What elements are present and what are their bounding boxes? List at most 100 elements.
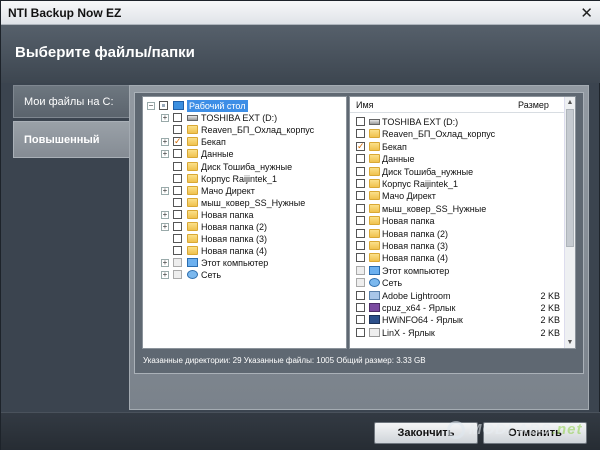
- scroll-up-icon[interactable]: ▲: [565, 97, 575, 108]
- list-item[interactable]: Бекап: [350, 140, 566, 153]
- tree-item[interactable]: + Новая папка (2): [143, 221, 346, 233]
- list-item[interactable]: Новая папка (4): [350, 252, 566, 264]
- list-checkbox[interactable]: [356, 216, 365, 226]
- list-item[interactable]: cpuz_x64 - Ярлык 2 KB: [350, 302, 566, 314]
- tree-checkbox[interactable]: [173, 149, 182, 159]
- list-item[interactable]: Reaven_БП_Охлад_корпус: [350, 128, 566, 140]
- folder-icon: [187, 173, 198, 183]
- list-checkbox[interactable]: [356, 253, 365, 263]
- tree-item[interactable]: + Данные: [143, 148, 346, 160]
- expand-icon[interactable]: +: [161, 138, 169, 147]
- folder-icon: [369, 154, 380, 164]
- folder-tree[interactable]: − Рабочий стол + TOSHIBA EXT (D:) Reaven_БП_…: [142, 96, 347, 349]
- list-item[interactable]: TOSHIBA EXT (D:): [350, 116, 566, 128]
- list-checkbox[interactable]: [356, 228, 365, 238]
- dirs-label: Указанные директории:: [143, 356, 231, 365]
- list-item[interactable]: Корпус Raijintek_1: [350, 178, 566, 190]
- list-checkbox[interactable]: [356, 278, 365, 288]
- tree-item-label: Корпус Raijintek_1: [201, 173, 278, 184]
- collapse-icon[interactable]: −: [147, 102, 155, 110]
- list-checkbox[interactable]: [356, 166, 365, 176]
- tree-item[interactable]: + Сеть: [143, 269, 346, 281]
- list-item[interactable]: Данные: [350, 153, 566, 165]
- tree-checkbox[interactable]: [173, 270, 182, 280]
- list-item[interactable]: Сеть: [350, 277, 566, 289]
- list-checkbox[interactable]: [356, 327, 365, 337]
- expand-icon[interactable]: +: [161, 114, 169, 123]
- tree-checkbox[interactable]: [173, 197, 182, 207]
- tree-item[interactable]: + Бекап: [143, 135, 346, 148]
- tree-item[interactable]: Новая папка (4): [143, 245, 346, 257]
- watermark-logo: MODLABS.net: [447, 419, 597, 443]
- list-checkbox[interactable]: [356, 303, 365, 312]
- tree-checkbox[interactable]: [173, 125, 182, 135]
- list-checkbox[interactable]: [356, 154, 365, 164]
- tree-item-label: Новая папка: [201, 209, 254, 220]
- expand-icon[interactable]: +: [161, 186, 169, 195]
- scroll-down-icon[interactable]: ▼: [565, 337, 575, 348]
- scroll-thumb[interactable]: [566, 109, 574, 247]
- app3-icon: [369, 315, 380, 325]
- expand-icon[interactable]: +: [161, 223, 169, 231]
- expand-icon[interactable]: +: [161, 150, 169, 159]
- tree-item[interactable]: + Новая папка: [143, 209, 346, 221]
- list-checkbox[interactable]: [356, 129, 365, 139]
- folder-icon: [369, 228, 380, 238]
- list-checkbox[interactable]: [356, 290, 365, 300]
- list-item[interactable]: Диск Тошиба_нужные: [350, 166, 566, 178]
- expand-icon[interactable]: +: [161, 271, 169, 280]
- expand-icon[interactable]: +: [161, 210, 169, 219]
- tab-advanced[interactable]: Повышенный: [13, 121, 129, 158]
- tree-item[interactable]: Новая папка (3): [143, 233, 346, 245]
- list-item[interactable]: Новая папка (2): [350, 228, 566, 240]
- tree-checkbox[interactable]: [173, 113, 182, 123]
- list-checkbox[interactable]: [356, 315, 365, 325]
- list-item[interactable]: мыш_ковер_SS_Нужные: [350, 203, 566, 215]
- tree-item-label: Новая папка (2): [201, 222, 267, 232]
- tree-item[interactable]: мыш_ковер_SS_Нужные: [143, 197, 346, 209]
- file-list[interactable]: Имя Размер ▲ ▼ TOSHIBA EXT (D:) Reaven_БП…: [349, 96, 576, 349]
- list-checkbox[interactable]: [356, 191, 365, 201]
- tab-label: Повышенный: [24, 133, 100, 146]
- tree-item[interactable]: + Этот компьютер: [143, 257, 346, 269]
- list-item[interactable]: LinX - Ярлык 2 KB: [350, 327, 566, 339]
- tree-checkbox[interactable]: [173, 161, 182, 171]
- tree-checkbox[interactable]: [173, 209, 182, 219]
- tree-checkbox[interactable]: [173, 173, 182, 183]
- column-size-header[interactable]: Размер: [518, 97, 549, 113]
- tree-checkbox[interactable]: [159, 101, 168, 110]
- list-checkbox[interactable]: [356, 241, 365, 250]
- list-item[interactable]: Новая папка (3): [350, 240, 566, 252]
- tree-item[interactable]: Диск Тошиба_нужные: [143, 161, 346, 173]
- tree-checkbox[interactable]: [173, 222, 182, 231]
- tree-checkbox[interactable]: [173, 135, 182, 147]
- computer-icon: [369, 265, 380, 275]
- list-checkbox[interactable]: [356, 203, 365, 213]
- list-checkbox[interactable]: [356, 140, 365, 152]
- expand-icon[interactable]: +: [161, 259, 169, 268]
- tree-item-label: Мачо Директ: [201, 185, 255, 196]
- tree-checkbox[interactable]: [173, 234, 182, 244]
- list-item[interactable]: HWiNFO64 - Ярлык 2 KB: [350, 314, 566, 326]
- close-icon[interactable]: ✕: [580, 4, 593, 22]
- tree-item[interactable]: + TOSHIBA EXT (D:): [143, 112, 346, 124]
- list-item[interactable]: Новая папка: [350, 215, 566, 227]
- tree-item[interactable]: + Мачо Директ: [143, 185, 346, 197]
- tree-checkbox[interactable]: [173, 246, 182, 256]
- list-item-name: cpuz_x64 - Ярлык: [382, 303, 456, 313]
- list-item[interactable]: Adobe Lightroom 2 KB: [350, 290, 566, 302]
- list-item[interactable]: Этот компьютер: [350, 265, 566, 277]
- tree-item-label: Данные: [201, 149, 234, 160]
- list-item[interactable]: Мачо Директ: [350, 190, 566, 202]
- list-checkbox[interactable]: [356, 265, 365, 275]
- tree-checkbox[interactable]: [173, 258, 182, 268]
- tab-my-files[interactable]: Мои файлы на С:: [13, 85, 129, 118]
- tree-item[interactable]: − Рабочий стол: [143, 100, 346, 112]
- tree-item[interactable]: Корпус Raijintek_1: [143, 173, 346, 185]
- tree-checkbox[interactable]: [173, 185, 182, 195]
- column-name-header[interactable]: Имя: [356, 97, 374, 113]
- list-checkbox[interactable]: [356, 179, 365, 188]
- folder-icon: [187, 222, 198, 231]
- list-checkbox[interactable]: [356, 117, 365, 126]
- tree-item-label: мыш_ковер_SS_Нужные: [201, 197, 306, 208]
